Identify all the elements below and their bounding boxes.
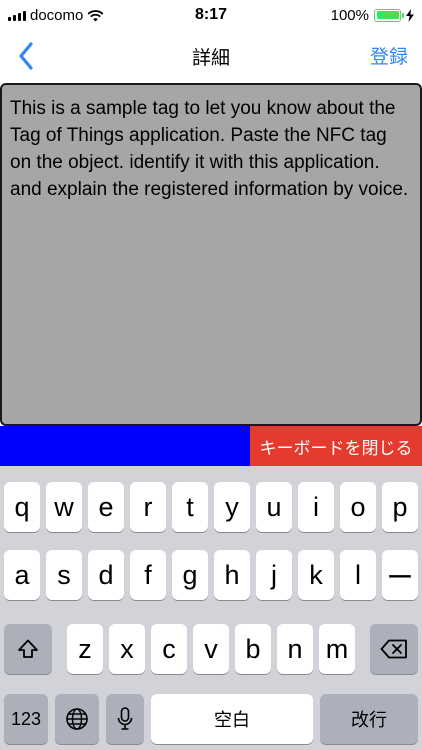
keyboard: q w e r t y u i o p a s d f g h j k l ー … <box>0 466 422 750</box>
key-m[interactable]: m <box>319 624 355 674</box>
status-time: 8:17 <box>194 6 228 23</box>
key-r[interactable]: r <box>130 482 166 532</box>
battery-icon <box>374 8 404 22</box>
key-b[interactable]: b <box>235 624 271 674</box>
key-y[interactable]: y <box>214 482 250 532</box>
key-u[interactable]: u <box>256 482 292 532</box>
microphone-icon <box>117 707 133 730</box>
backspace-key[interactable] <box>370 624 418 674</box>
key-p[interactable]: p <box>382 482 418 532</box>
register-button[interactable]: 登録 <box>370 42 408 69</box>
space-key[interactable]: 空白 <box>151 694 313 744</box>
key-x[interactable]: x <box>109 624 145 674</box>
backspace-icon <box>380 639 407 659</box>
key-long-vowel[interactable]: ー <box>382 550 418 600</box>
wifi-icon <box>87 9 104 21</box>
return-key[interactable]: 改行 <box>320 694 418 744</box>
globe-key[interactable] <box>55 694 99 744</box>
description-textarea[interactable]: This is a sample tag to let you know abo… <box>0 83 422 426</box>
key-h[interactable]: h <box>214 550 250 600</box>
key-o[interactable]: o <box>340 482 376 532</box>
status-right: 100% <box>254 7 414 24</box>
key-z[interactable]: z <box>67 624 103 674</box>
key-q[interactable]: q <box>4 482 40 532</box>
globe-icon <box>66 708 88 730</box>
carrier-name: docomo <box>30 6 84 24</box>
keyboard-accessory-bar: キーボードを閉じる <box>0 426 422 466</box>
key-t[interactable]: t <box>172 482 208 532</box>
key-l[interactable]: l <box>340 550 376 600</box>
key-a[interactable]: a <box>4 550 40 600</box>
key-c[interactable]: c <box>151 624 187 674</box>
accessory-blue-bar <box>0 426 250 466</box>
charging-icon <box>406 8 414 22</box>
signal-icon <box>8 9 26 21</box>
key-s[interactable]: s <box>46 550 82 600</box>
numbers-key[interactable]: 123 <box>4 694 48 744</box>
status-bar: docomo 8:17 100% <box>0 0 422 30</box>
status-left: docomo <box>8 7 168 24</box>
key-n[interactable]: n <box>277 624 313 674</box>
key-f[interactable]: f <box>130 550 166 600</box>
battery-percent: 100% <box>330 6 369 24</box>
key-d[interactable]: d <box>88 550 124 600</box>
shift-icon <box>18 639 38 658</box>
back-button[interactable] <box>8 38 44 74</box>
chevron-left-icon <box>19 42 33 70</box>
shift-key[interactable] <box>4 624 52 674</box>
key-w[interactable]: w <box>46 482 82 532</box>
key-e[interactable]: e <box>88 482 124 532</box>
key-k[interactable]: k <box>298 550 334 600</box>
navigation-bar: 詳細 登録 <box>0 30 422 82</box>
close-keyboard-button[interactable]: キーボードを閉じる <box>250 426 422 466</box>
key-g[interactable]: g <box>172 550 208 600</box>
key-v[interactable]: v <box>193 624 229 674</box>
key-i[interactable]: i <box>298 482 334 532</box>
page-title: 詳細 <box>191 47 230 69</box>
microphone-key[interactable] <box>106 694 144 744</box>
key-j[interactable]: j <box>256 550 292 600</box>
